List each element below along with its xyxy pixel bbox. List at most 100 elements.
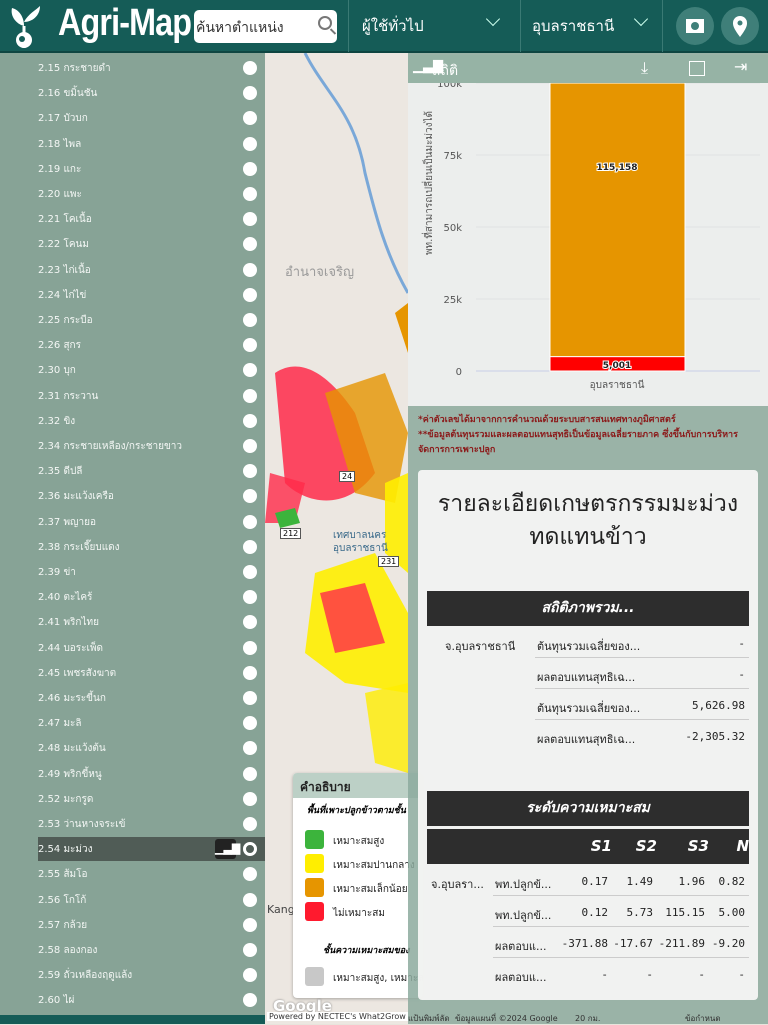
radio-button[interactable] bbox=[243, 892, 257, 907]
crop-layer-list[interactable]: 2.15 กระชายดำ 2.16 ขมิ้นชัน 2.17 บัวบก 2.18… bbox=[0, 53, 265, 1024]
sidebar-item[interactable]: 2.45 เพชรสังฆาต bbox=[0, 661, 265, 685]
value-cell: -2,305.32 bbox=[685, 730, 745, 743]
sidebar-item[interactable]: 2.38 กระเจี๊ยบแดง bbox=[0, 535, 265, 559]
sidebar-item[interactable]: 2.26 สุกร bbox=[0, 333, 265, 357]
bar-chart-icon[interactable]: ▁▃▇ bbox=[215, 839, 240, 860]
radio-button[interactable] bbox=[243, 514, 257, 529]
radio-button[interactable] bbox=[243, 313, 257, 327]
radio-button[interactable] bbox=[243, 590, 257, 605]
search-icon[interactable] bbox=[318, 16, 332, 30]
radio-button[interactable] bbox=[243, 691, 257, 705]
sidebar-item[interactable]: 2.18 ไพล bbox=[0, 132, 265, 156]
sidebar-item[interactable]: 2.55 ส้มโอ bbox=[0, 862, 265, 886]
sidebar-item[interactable]: 2.46 มะระขี้นก bbox=[0, 686, 265, 710]
stats-chart: 0 25k 50k 75k 100k 5,001 115,158 อุบลราชธานี พท.… bbox=[408, 79, 768, 406]
radio-button[interactable] bbox=[243, 993, 257, 1008]
sidebar-item[interactable]: 2.22 โคนม bbox=[0, 232, 265, 256]
sidebar-item[interactable]: 2.39 ข่า bbox=[0, 560, 265, 584]
radio-button[interactable] bbox=[243, 439, 257, 453]
sidebar-item[interactable]: 2.37 พญายอ bbox=[0, 510, 265, 534]
sidebar-item[interactable]: 2.53 ว่านหางจระเข้ bbox=[0, 812, 265, 836]
terms-link[interactable]: ข้อกำหนด bbox=[685, 1012, 721, 1025]
sidebar-item[interactable]: 2.21 โคเนื้อ bbox=[0, 207, 265, 231]
sidebar-item-label: 2.24 ไก่ไข่ bbox=[38, 289, 87, 301]
sidebar-section-header[interactable] bbox=[0, 1015, 265, 1024]
sidebar-item[interactable]: 2.23 ไก่เนื้อ bbox=[0, 258, 265, 282]
radio-button[interactable] bbox=[243, 338, 257, 353]
radio-button[interactable] bbox=[243, 212, 257, 227]
value-cell: - bbox=[738, 637, 745, 650]
radio-button[interactable] bbox=[243, 363, 257, 378]
radio-button[interactable] bbox=[243, 741, 257, 756]
radio-button[interactable] bbox=[243, 388, 257, 403]
sidebar-item[interactable]: 2.30 บุก bbox=[0, 358, 265, 382]
location-button[interactable] bbox=[721, 7, 759, 45]
sidebar-item[interactable]: 2.52 มะกรูด bbox=[0, 787, 265, 811]
sidebar-item[interactable]: 2.54 มะม่วง ▁▃▇ bbox=[38, 837, 265, 862]
sidebar-item[interactable]: 2.49 พริกขี้หนู bbox=[0, 762, 265, 786]
map-attribution: Powered by NECTEC's What2Grow แป้นพิมพ์ล… bbox=[265, 1010, 768, 1024]
radio-button[interactable] bbox=[243, 565, 257, 579]
sidebar-item[interactable]: 2.19 แกะ bbox=[0, 157, 265, 181]
radio-button[interactable] bbox=[243, 716, 257, 731]
radio-button[interactable] bbox=[243, 413, 257, 428]
sidebar-item[interactable]: 2.60 ไผ่ bbox=[0, 988, 265, 1012]
radio-button[interactable] bbox=[243, 615, 257, 630]
sidebar-item[interactable]: 2.36 มะแว้งเครือ bbox=[0, 484, 265, 508]
sidebar-item[interactable]: 2.15 กระชายดำ bbox=[0, 56, 265, 80]
sidebar-item[interactable]: 2.59 ถั่วเหลืองฤดูแล้ง bbox=[0, 963, 265, 987]
sidebar-item[interactable]: 2.44 บอระเพ็ด bbox=[0, 636, 265, 660]
scale-label: 20 กม. bbox=[575, 1014, 601, 1023]
radio-button[interactable] bbox=[243, 817, 257, 831]
sidebar-item[interactable]: 2.32 ขิง bbox=[0, 409, 265, 433]
sidebar-item[interactable]: 2.16 ขมิ้นชัน bbox=[0, 81, 265, 105]
radio-button[interactable] bbox=[243, 943, 257, 957]
sidebar-item[interactable]: 2.47 มะลิ bbox=[0, 711, 265, 735]
sidebar-item[interactable]: 2.34 กระชายเหลือง/กระชายขาว bbox=[0, 434, 265, 458]
suitability-table-header: ระดับความเหมาะสม bbox=[427, 791, 749, 826]
location-search-input[interactable]: ค้นหาตำแหน่ง bbox=[194, 10, 337, 43]
radio-button[interactable] bbox=[243, 61, 257, 75]
radio-button[interactable] bbox=[243, 842, 257, 857]
sidebar-item-label: 2.48 มะแว้งต้น bbox=[38, 743, 106, 755]
collapse-panel-icon[interactable]: ⇥ bbox=[734, 57, 747, 76]
download-icon[interactable]: ⤓ bbox=[641, 58, 648, 78]
sidebar-item[interactable]: 2.56 โกโก้ bbox=[0, 888, 265, 912]
radio-button[interactable] bbox=[243, 867, 257, 882]
radio-button[interactable] bbox=[243, 766, 257, 781]
sidebar-item[interactable]: 2.48 มะแว้งต้น bbox=[0, 736, 265, 760]
screenshot-button[interactable] bbox=[676, 7, 714, 45]
radio-button[interactable] bbox=[243, 187, 257, 201]
sidebar-item[interactable]: 2.25 กระบือ bbox=[0, 308, 265, 332]
radio-button[interactable] bbox=[243, 161, 257, 176]
radio-button[interactable] bbox=[243, 539, 257, 554]
radio-button[interactable] bbox=[243, 464, 257, 479]
sidebar-item-label: 2.44 บอระเพ็ด bbox=[38, 642, 104, 654]
radio-button[interactable] bbox=[243, 640, 257, 655]
radio-button[interactable] bbox=[243, 791, 257, 806]
maximize-icon[interactable] bbox=[689, 61, 705, 76]
sidebar-item[interactable]: 2.41 พริกไทย bbox=[0, 610, 265, 634]
keyboard-shortcuts-link[interactable]: แป้นพิมพ์ลัด bbox=[408, 1012, 450, 1025]
sidebar-item[interactable]: 2.24 ไก่ไข่ bbox=[0, 283, 265, 307]
radio-button[interactable] bbox=[243, 111, 257, 126]
radio-button[interactable] bbox=[243, 917, 257, 932]
sidebar-item[interactable]: 2.57 กล้วย bbox=[0, 913, 265, 937]
sidebar-item[interactable]: 2.20 แพะ bbox=[0, 182, 265, 206]
radio-button[interactable] bbox=[243, 968, 257, 983]
sidebar-item[interactable]: 2.58 ลองกอง bbox=[0, 938, 265, 962]
sidebar-item[interactable]: 2.31 กระวาน bbox=[0, 384, 265, 408]
sidebar-item[interactable]: 2.40 ตะไคร้ bbox=[0, 585, 265, 609]
y-tick-label: 25k bbox=[443, 295, 462, 306]
sidebar-item[interactable]: 2.17 บัวบก bbox=[0, 106, 265, 130]
radio-button[interactable] bbox=[243, 262, 257, 277]
radio-button[interactable] bbox=[243, 665, 257, 680]
sidebar-item[interactable]: 2.35 ดีปลี bbox=[0, 459, 265, 483]
radio-button[interactable] bbox=[243, 86, 257, 101]
radio-button[interactable] bbox=[243, 287, 257, 302]
radio-button[interactable] bbox=[243, 136, 257, 151]
radio-button[interactable] bbox=[243, 489, 257, 504]
value-cell: - bbox=[601, 968, 608, 981]
metric-cell: ผลตอบแทนสุทธิเฉ... bbox=[537, 671, 636, 684]
radio-button[interactable] bbox=[243, 237, 257, 252]
